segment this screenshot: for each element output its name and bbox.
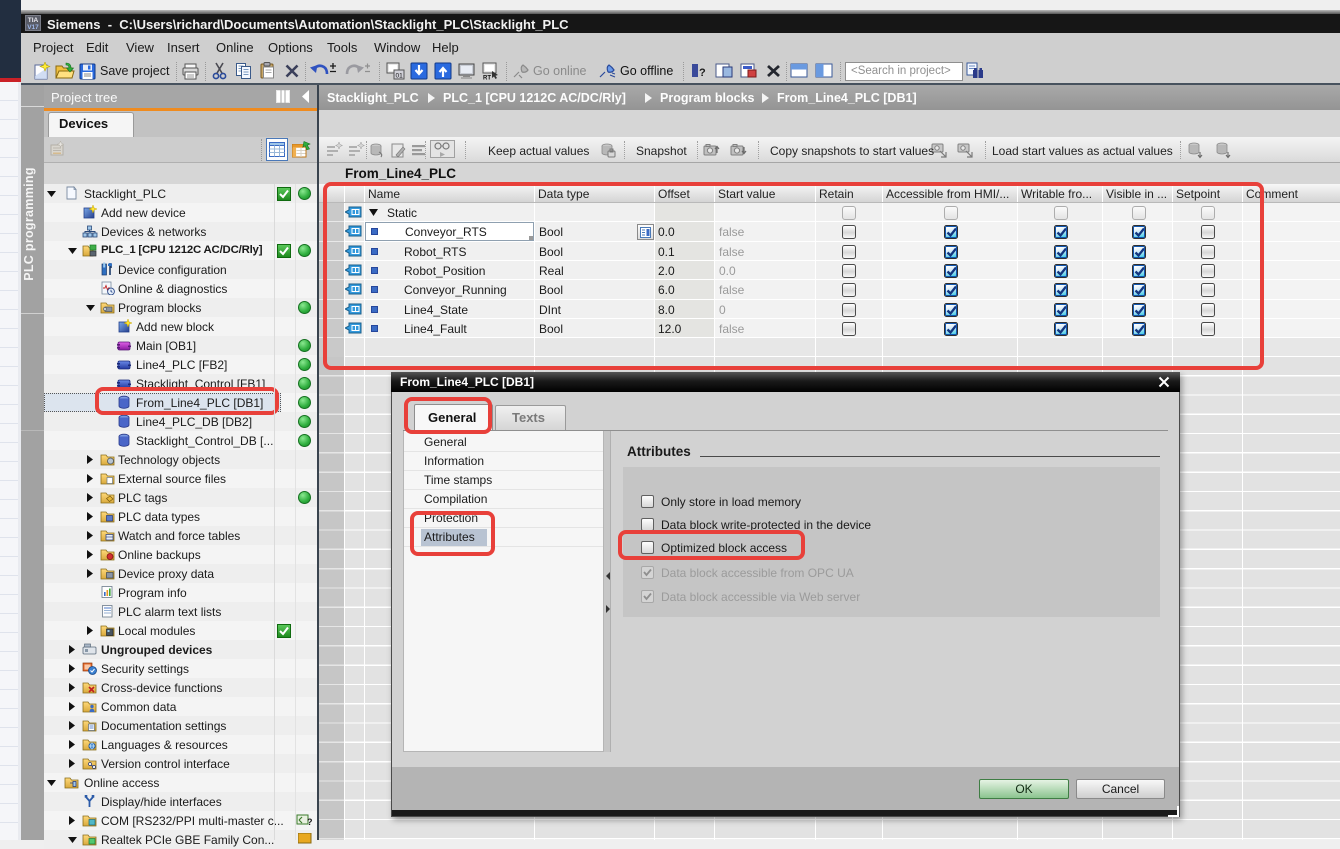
- svg-text:?: ?: [307, 817, 313, 827]
- svg-text:RT: RT: [483, 76, 491, 81]
- svg-text:?: ?: [699, 67, 706, 79]
- svg-text:01: 01: [396, 73, 404, 80]
